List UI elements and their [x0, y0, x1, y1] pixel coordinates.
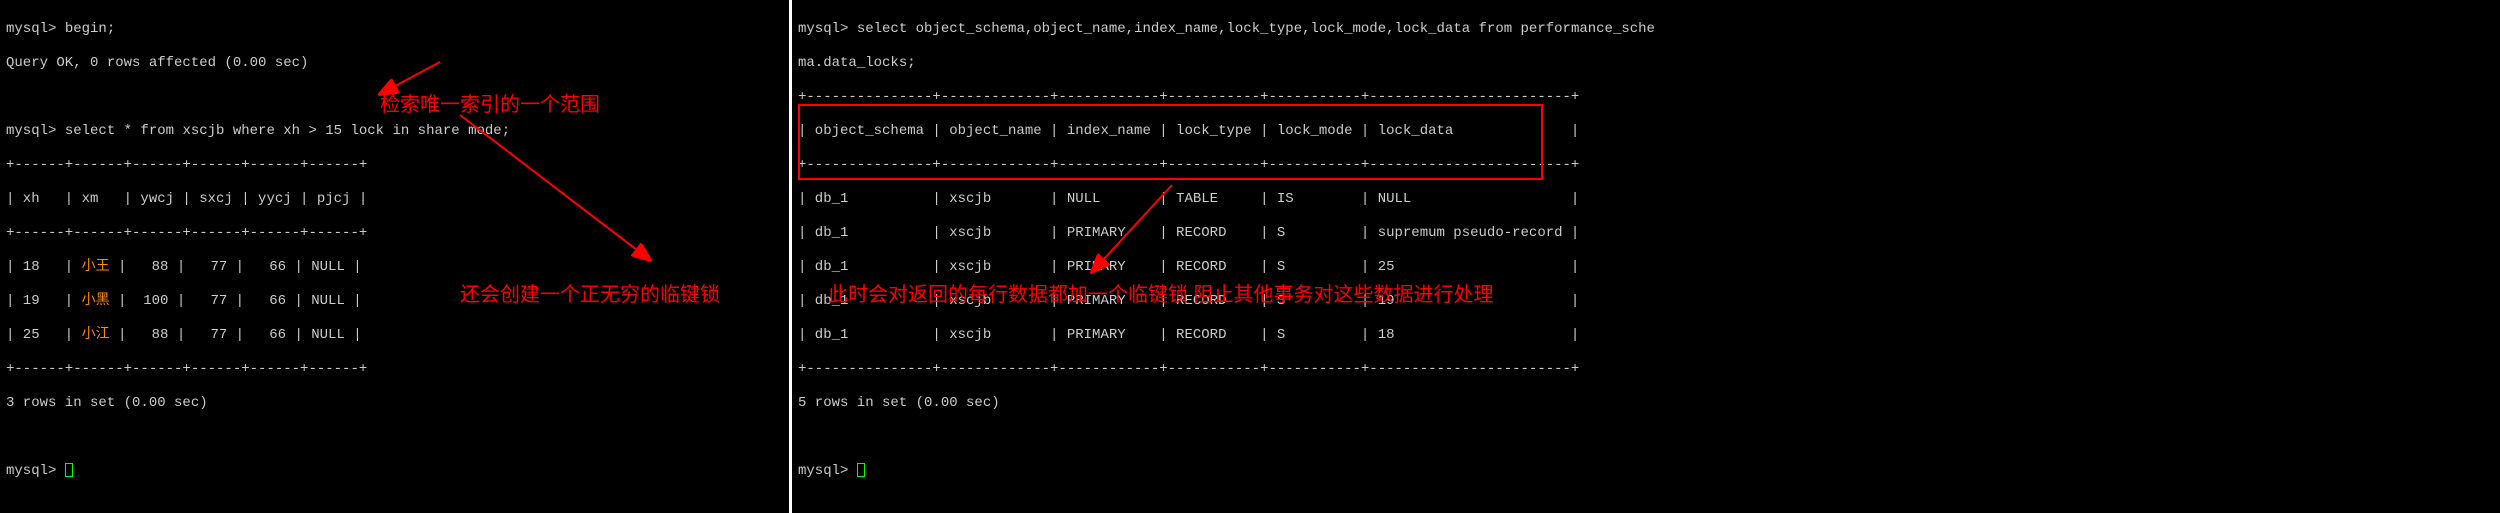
- terminal-left-pane[interactable]: mysql> begin; Query OK, 0 rows affected …: [0, 0, 792, 513]
- select-locks-command: select object_schema,object_name,index_n…: [848, 21, 1655, 37]
- annotation-infinity-lock: 还会创建一个正无穷的临键锁: [460, 278, 720, 307]
- table-row: | db_1 | xscjb | PRIMARY | RECORD | S | …: [798, 326, 2494, 344]
- table-border: +------+------+------+------+------+----…: [6, 360, 783, 378]
- mysql-prompt: mysql>: [798, 21, 848, 37]
- table-row: | 25 | 小江 | 88 | 77 | 66 | NULL |: [6, 326, 783, 344]
- name-cell: 小黑: [82, 293, 110, 309]
- annotation-range-search: 检索唯一索引的一个范围: [380, 88, 600, 117]
- cursor-icon: [65, 463, 73, 477]
- command-wrap: ma.data_locks;: [798, 54, 2494, 72]
- table-row: | 18 | 小王 | 88 | 77 | 66 | NULL |: [6, 258, 783, 276]
- mysql-prompt: mysql>: [798, 463, 848, 479]
- name-cell: 小王: [82, 259, 110, 275]
- table-row: | db_1 | xscjb | NULL | TABLE | IS | NUL…: [798, 190, 2494, 208]
- table-row: | db_1 | xscjb | PRIMARY | RECORD | S | …: [798, 224, 2494, 242]
- terminal-right-pane[interactable]: mysql> select object_schema,object_name,…: [792, 0, 2500, 513]
- mysql-prompt: mysql>: [6, 21, 56, 37]
- table-row: | db_1 | xscjb | PRIMARY | RECORD | S | …: [798, 258, 2494, 276]
- mysql-prompt: mysql>: [6, 463, 56, 479]
- begin-command: begin;: [56, 21, 115, 37]
- table-border: +------+------+------+------+------+----…: [6, 224, 783, 242]
- select-command: select * from xscjb where xh > 15 lock i…: [56, 123, 510, 139]
- name-cell: 小江: [82, 327, 110, 343]
- mysql-prompt: mysql>: [6, 123, 56, 139]
- table-border: +------+------+------+------+------+----…: [6, 156, 783, 174]
- query-ok-output: Query OK, 0 rows affected (0.00 sec): [6, 54, 783, 72]
- cursor-icon: [857, 463, 865, 477]
- rows-in-set: 5 rows in set (0.00 sec): [798, 394, 2494, 412]
- table-border: +---------------+-------------+---------…: [798, 360, 2494, 378]
- annotation-next-key-lock: 此时会对返回的每行数据都加一个临键锁 阻止其他事务对这些数据进行处理: [828, 278, 1494, 307]
- table-header: | xh | xm | ywcj | sxcj | yycj | pjcj |: [6, 190, 783, 208]
- rows-in-set: 3 rows in set (0.00 sec): [6, 394, 783, 412]
- highlight-box: [798, 104, 1543, 180]
